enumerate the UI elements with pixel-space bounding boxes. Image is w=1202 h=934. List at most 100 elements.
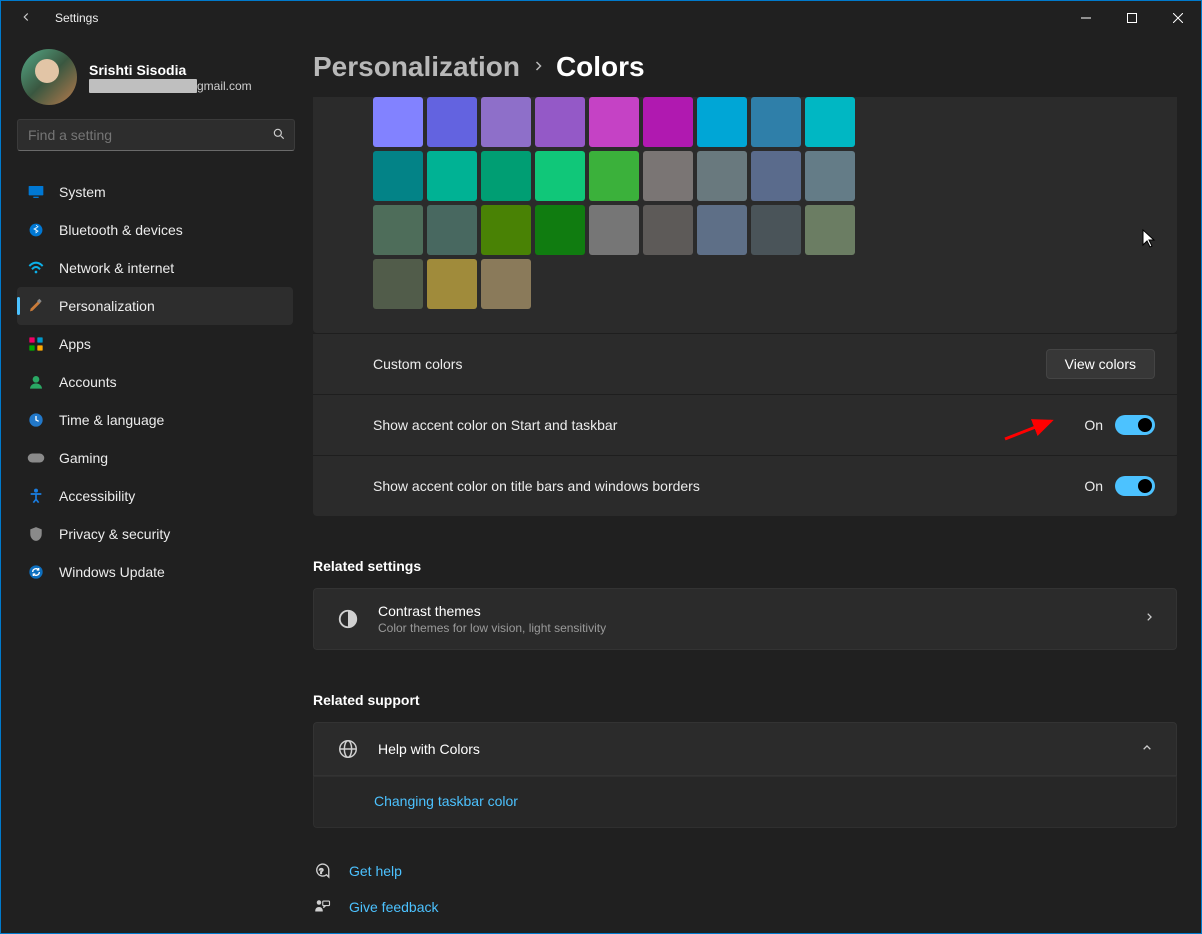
bluetooth-icon: [27, 221, 45, 239]
sidebar-item-time[interactable]: Time & language: [17, 401, 293, 439]
chevron-right-icon: [1144, 610, 1154, 629]
color-swatch[interactable]: [643, 205, 693, 255]
accent-titlebar-row: Show accent color on title bars and wind…: [313, 455, 1177, 516]
apps-icon: [27, 335, 45, 353]
get-help-link[interactable]: ? Get help: [313, 862, 1177, 880]
custom-colors-label: Custom colors: [373, 356, 1046, 372]
profile-name: Srishti Sisodia: [89, 62, 252, 78]
color-swatch[interactable]: [805, 205, 855, 255]
sidebar-item-gaming[interactable]: Gaming: [17, 439, 293, 477]
accent-start-taskbar-label: Show accent color on Start and taskbar: [373, 417, 1084, 433]
color-grid: [373, 97, 1177, 309]
titlebar: Settings: [1, 1, 1201, 35]
color-swatch[interactable]: [373, 259, 423, 309]
sidebar-item-network[interactable]: Network & internet: [17, 249, 293, 287]
color-swatch[interactable]: [535, 151, 585, 201]
contrast-themes-card[interactable]: Contrast themes Color themes for low vis…: [313, 588, 1177, 650]
color-swatch[interactable]: [751, 97, 801, 147]
color-swatch[interactable]: [643, 97, 693, 147]
color-swatch[interactable]: [427, 97, 477, 147]
svg-text:?: ?: [319, 866, 323, 875]
sidebar-item-privacy[interactable]: Privacy & security: [17, 515, 293, 553]
color-swatch[interactable]: [373, 205, 423, 255]
color-swatches-panel: [313, 97, 1177, 333]
color-swatch[interactable]: [535, 205, 585, 255]
give-feedback-text: Give feedback: [349, 899, 439, 915]
sidebar-item-label: Gaming: [59, 450, 108, 466]
color-swatch[interactable]: [751, 205, 801, 255]
sidebar-item-label: Network & internet: [59, 260, 174, 276]
accent-start-taskbar-row: Show accent color on Start and taskbar O…: [313, 394, 1177, 455]
color-swatch[interactable]: [643, 151, 693, 201]
search-box[interactable]: [17, 119, 295, 151]
page-title: Colors: [556, 51, 645, 83]
accent-titlebar-toggle[interactable]: [1115, 476, 1155, 496]
sidebar-item-accessibility[interactable]: Accessibility: [17, 477, 293, 515]
color-swatch[interactable]: [589, 151, 639, 201]
help-icon: ?: [313, 862, 331, 880]
view-colors-button[interactable]: View colors: [1046, 349, 1155, 379]
color-swatch[interactable]: [481, 259, 531, 309]
maximize-button[interactable]: [1109, 2, 1155, 34]
color-swatch[interactable]: [535, 97, 585, 147]
chevron-up-icon: [1140, 740, 1154, 758]
changing-taskbar-color-link[interactable]: Changing taskbar color: [374, 793, 518, 809]
sidebar-item-label: Privacy & security: [59, 526, 170, 542]
color-swatch[interactable]: [373, 97, 423, 147]
accent-start-taskbar-toggle[interactable]: [1115, 415, 1155, 435]
breadcrumb-parent[interactable]: Personalization: [313, 51, 520, 83]
color-swatch[interactable]: [481, 97, 531, 147]
sidebar-item-system[interactable]: System: [17, 173, 293, 211]
nav-list: System Bluetooth & devices Network & int…: [17, 173, 301, 591]
color-swatch[interactable]: [697, 205, 747, 255]
color-swatch[interactable]: [427, 259, 477, 309]
accessibility-icon: [27, 487, 45, 505]
search-icon: [272, 127, 286, 144]
contrast-themes-title: Contrast themes: [378, 603, 606, 619]
content-area: Personalization Colors Custom colors Vie…: [301, 35, 1201, 933]
search-input[interactable]: [26, 126, 272, 144]
color-swatch[interactable]: [373, 151, 423, 201]
color-swatch[interactable]: [805, 151, 855, 201]
profile-block[interactable]: Srishti Sisodia gmail.com: [17, 45, 301, 109]
color-swatch[interactable]: [805, 97, 855, 147]
window-title: Settings: [55, 11, 98, 25]
color-swatch[interactable]: [589, 97, 639, 147]
sidebar-item-label: Accessibility: [59, 488, 135, 504]
close-button[interactable]: [1155, 2, 1201, 34]
minimize-button[interactable]: [1063, 2, 1109, 34]
back-button[interactable]: [11, 4, 41, 33]
sidebar-item-label: System: [59, 184, 106, 200]
sidebar-item-update[interactable]: Windows Update: [17, 553, 293, 591]
sidebar-item-label: Accounts: [59, 374, 117, 390]
related-settings-heading: Related settings: [313, 558, 1177, 574]
sidebar-item-bluetooth[interactable]: Bluetooth & devices: [17, 211, 293, 249]
color-swatch[interactable]: [481, 205, 531, 255]
breadcrumb: Personalization Colors: [313, 51, 1177, 83]
color-swatch[interactable]: [427, 151, 477, 201]
sidebar-item-label: Windows Update: [59, 564, 165, 580]
color-swatch[interactable]: [697, 151, 747, 201]
color-swatch[interactable]: [427, 205, 477, 255]
profile-email-suffix: gmail.com: [197, 79, 252, 93]
color-swatch[interactable]: [751, 151, 801, 201]
give-feedback-link[interactable]: Give feedback: [313, 898, 1177, 916]
avatar: [21, 49, 77, 105]
help-with-colors-card[interactable]: Help with Colors: [313, 722, 1177, 776]
color-swatch[interactable]: [697, 97, 747, 147]
refresh-icon: [27, 563, 45, 581]
toggle-state-label: On: [1084, 417, 1103, 433]
color-swatch[interactable]: [589, 205, 639, 255]
help-with-colors-title: Help with Colors: [378, 741, 480, 757]
color-swatch[interactable]: [481, 151, 531, 201]
globe-icon: [336, 737, 360, 761]
sidebar-item-apps[interactable]: Apps: [17, 325, 293, 363]
gamepad-icon: [27, 449, 45, 467]
contrast-icon: [336, 607, 360, 631]
help-expanded-body: Changing taskbar color: [313, 776, 1177, 828]
related-support-heading: Related support: [313, 692, 1177, 708]
sidebar-item-personalization[interactable]: Personalization: [17, 287, 293, 325]
wifi-icon: [27, 259, 45, 277]
sidebar-item-accounts[interactable]: Accounts: [17, 363, 293, 401]
profile-email-redacted: [89, 79, 197, 93]
